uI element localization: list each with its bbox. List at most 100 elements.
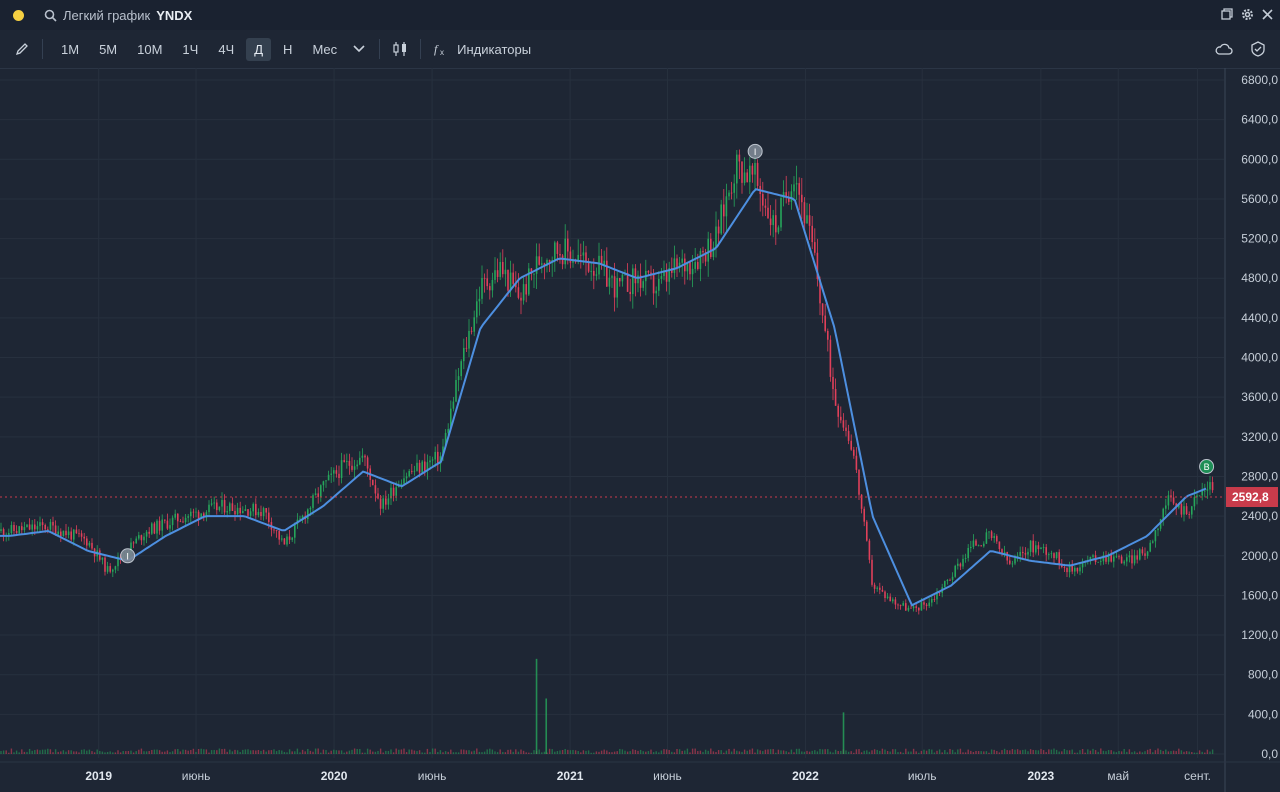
volume-bar [850, 751, 852, 754]
volume-bar [1107, 750, 1110, 754]
candle-body [889, 596, 891, 602]
close-icon[interactable] [1260, 6, 1274, 22]
volume-bar [1139, 751, 1141, 754]
candle-body [720, 204, 722, 234]
indicators-button[interactable]: Индикаторы [455, 38, 539, 61]
candle-body [998, 541, 1001, 550]
candle-body [91, 542, 93, 549]
chevron-down-icon[interactable] [347, 37, 371, 61]
candle-body [533, 273, 535, 275]
shield-icon[interactable] [1246, 37, 1270, 61]
volume-bar [616, 751, 618, 754]
volume-bar [104, 752, 106, 754]
candle-body [470, 330, 473, 332]
volume-bar [452, 752, 455, 754]
candle-body [309, 507, 312, 510]
gear-icon[interactable] [1240, 6, 1254, 22]
volume-bar [195, 751, 197, 754]
volume-bar [429, 751, 431, 754]
timeframe-5m[interactable]: 5М [91, 38, 125, 61]
volume-bar [54, 749, 57, 754]
volume-bar [281, 750, 283, 754]
candle-body [582, 252, 585, 256]
candle-body [343, 460, 345, 462]
candle-body [143, 536, 145, 541]
function-icon[interactable]: fx [429, 37, 453, 61]
cloud-icon[interactable] [1212, 37, 1236, 61]
volume-bar [356, 748, 358, 754]
volume-bar [431, 748, 434, 754]
volume-bar [28, 748, 31, 754]
toolbar-divider [42, 39, 43, 59]
candle-body [866, 521, 868, 541]
candle-body [275, 530, 278, 532]
volume-bar [364, 752, 366, 754]
restore-icon[interactable] [1220, 6, 1234, 22]
candle-body [382, 498, 384, 509]
y-tick-label: 2800,0 [1241, 469, 1278, 483]
volume-bar [442, 752, 444, 754]
volume-bar [1204, 752, 1206, 754]
volume-bar [910, 751, 912, 754]
candle-body [762, 194, 764, 206]
timeframe-4h[interactable]: 4Ч [210, 38, 242, 61]
volume-bar [270, 750, 273, 754]
candle-body [621, 274, 624, 282]
volume-bar [234, 749, 236, 754]
volume-bar [197, 748, 200, 754]
candle-body [1092, 555, 1094, 557]
candle-body [1032, 540, 1034, 553]
volume-bar [668, 749, 670, 754]
candle-body [632, 268, 634, 295]
volume-bar [785, 751, 787, 754]
volume-bar [595, 751, 598, 754]
volume-bar [416, 751, 418, 754]
search-icon [44, 9, 57, 22]
volume-bar [49, 749, 52, 754]
volume-bar [314, 748, 317, 754]
y-tick-label: 3600,0 [1241, 390, 1278, 404]
timeframe-week[interactable]: Н [275, 38, 300, 61]
candle-body [411, 471, 413, 472]
pencil-icon[interactable] [10, 37, 34, 61]
volume-bar [304, 751, 306, 754]
volume-bar [99, 751, 101, 754]
volume-bar [1159, 749, 1162, 754]
volume-bar [1141, 752, 1144, 754]
price-chart[interactable]: 2592,8 I I B 6800,0 6400,0 6000,0 5600,0 5200,… [0, 68, 1280, 792]
chart-toolbar: 1М 5М 10М 1Ч 4Ч Д Н Мес fx Индикаторы [0, 30, 1280, 69]
volume-bar [335, 750, 338, 754]
volume-bar [1024, 749, 1027, 754]
candle-body [840, 416, 842, 421]
volume-bar [814, 750, 816, 754]
candles-icon[interactable] [388, 37, 412, 61]
volume-bar [886, 750, 889, 754]
volume-bar [611, 752, 613, 754]
symbol-search[interactable]: Легкий график YNDX [44, 8, 192, 23]
volume-bar [676, 748, 678, 754]
timeframe-month[interactable]: Мес [304, 38, 345, 61]
candle-body [1211, 482, 1214, 491]
volume-bar [759, 750, 761, 754]
candle-body [166, 520, 169, 529]
candle-body [595, 274, 598, 276]
candle-body [429, 460, 431, 463]
candle-body [60, 531, 62, 537]
candle-body [897, 604, 899, 606]
timeframe-day[interactable]: Д [246, 37, 272, 61]
volume-bar [36, 749, 39, 754]
candle-body [158, 520, 161, 531]
volume-bar [88, 749, 91, 754]
svg-text:x: x [440, 48, 444, 57]
timeframe-1m[interactable]: 1М [53, 38, 87, 61]
timeframe-1h[interactable]: 1Ч [174, 38, 206, 61]
volume-bar [203, 749, 205, 754]
volume-bar [863, 750, 865, 754]
volume-bar [892, 749, 894, 754]
volume-bar [275, 751, 278, 754]
timeframe-10m[interactable]: 10М [129, 38, 170, 61]
volume-bar [138, 749, 140, 754]
y-tick-label: 400,0 [1248, 707, 1278, 721]
volume-bar [907, 751, 910, 754]
candle-body [44, 524, 46, 530]
